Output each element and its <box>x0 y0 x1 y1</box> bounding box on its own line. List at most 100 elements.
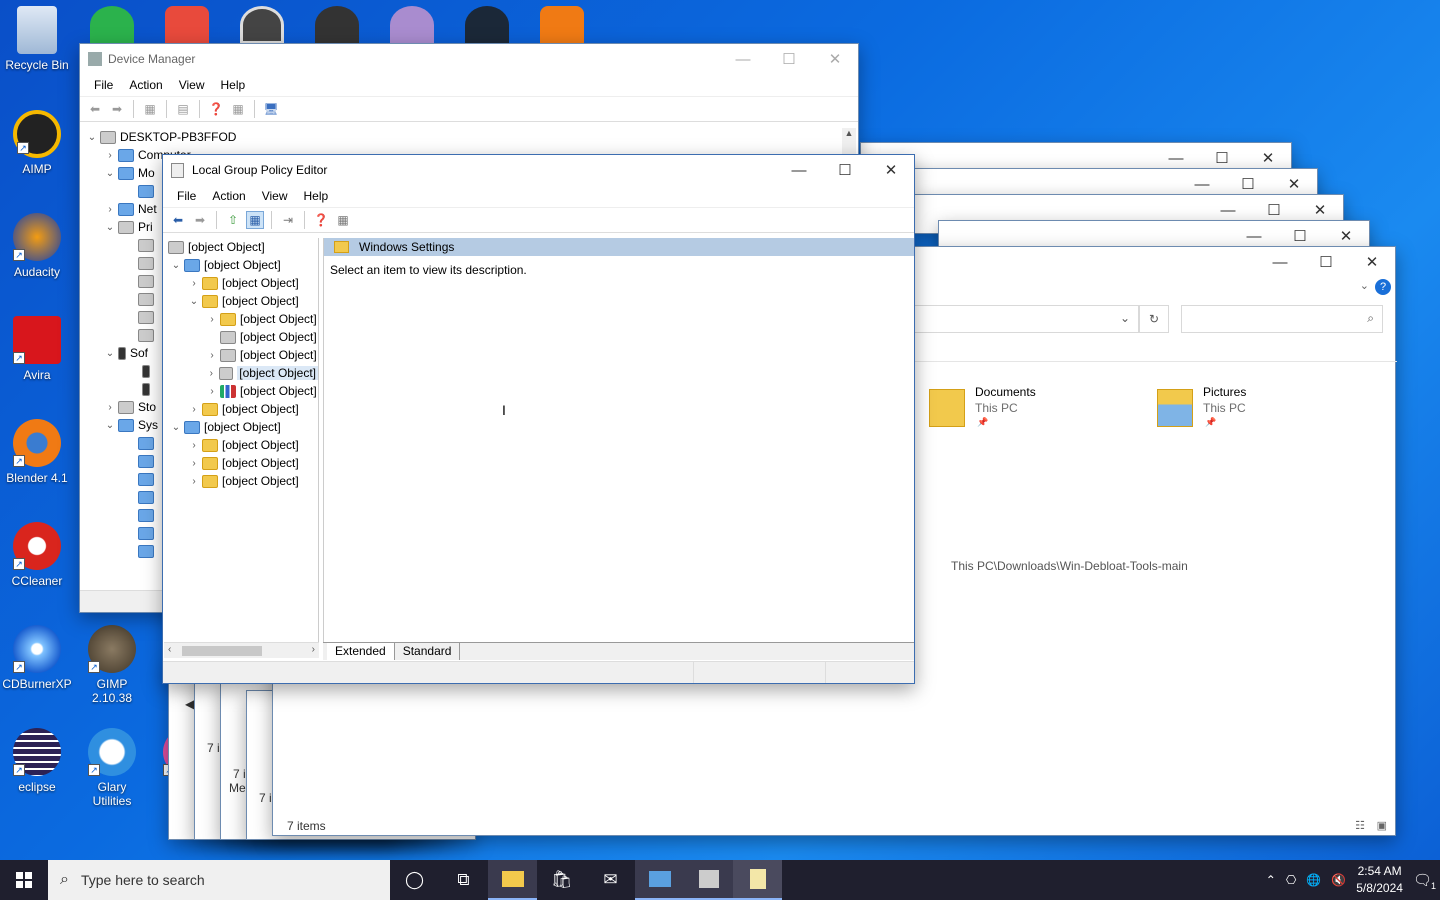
network-icon[interactable]: 🌐 <box>1306 873 1321 887</box>
nav-arrow-icon[interactable]: ◀ <box>185 697 194 711</box>
tree-item-policy-based-qos[interactable]: › [object Object] <box>164 382 318 400</box>
title-bar[interactable]: Device Manager — ☐ ✕ <box>80 44 858 74</box>
tree-item-deployed-printers[interactable]: › [object Object] <box>164 346 318 364</box>
mail-icon[interactable]: ✉ <box>586 860 635 900</box>
desktop-icon-top-2[interactable] <box>165 6 209 44</box>
tree-item-computer-configuration[interactable]: ⌄ [object Object] <box>164 256 318 274</box>
maximize-icon[interactable]: ☐ <box>766 44 812 74</box>
title-bar[interactable]: Local Group Policy Editor — ☐ ✕ <box>163 155 914 185</box>
volume-muted-icon[interactable]: 🔇 <box>1331 873 1346 887</box>
microsoft-store-icon[interactable]: 🛍 <box>537 860 586 900</box>
forward-icon[interactable]: ➡ <box>108 100 126 118</box>
close-icon[interactable]: ✕ <box>868 155 914 185</box>
refresh-button[interactable]: ↻ <box>1139 305 1169 333</box>
menu-view[interactable]: View <box>254 189 296 203</box>
show-hidden-icons-icon[interactable]: ⌃ <box>1266 873 1276 887</box>
desktop-icon-ccleaner[interactable]: ↗ CCleaner <box>2 522 72 588</box>
desktop-icon-aimp[interactable]: ↗ AIMP <box>2 110 72 176</box>
desktop-icon-blender[interactable]: ↗ Blender 4.1 <box>2 419 72 485</box>
address-bar[interactable]: ⌄ <box>913 305 1139 333</box>
menu-file[interactable]: File <box>169 189 204 203</box>
tree-item-user-software-settings[interactable]: › [object Object] <box>164 436 318 454</box>
close-icon[interactable]: ✕ <box>1349 247 1395 277</box>
desktop-icon-glary[interactable]: ↗ Glary Utilities <box>77 728 147 808</box>
file-explorer-icon[interactable] <box>488 860 537 900</box>
close-icon[interactable]: ✕ <box>812 44 858 74</box>
tree-item-local-computer-policy[interactable]: [object Object] <box>164 238 318 256</box>
tree-item-name-resolution[interactable]: › [object Object] <box>164 310 318 328</box>
meet-now-icon[interactable]: ⎔ <box>1286 873 1296 887</box>
tab-standard[interactable]: Standard <box>395 643 461 660</box>
start-button[interactable] <box>0 860 48 900</box>
group-policy-taskbar-icon[interactable] <box>684 860 733 900</box>
maximize-icon[interactable]: ☐ <box>1303 247 1349 277</box>
desktop-icon-eclipse[interactable]: ↗ eclipse <box>2 728 72 794</box>
up-folder-icon[interactable]: ⇧ <box>224 211 242 229</box>
export-list-icon[interactable]: ⇥ <box>279 211 297 229</box>
help-icon[interactable]: ❓ <box>207 100 225 118</box>
tree-item-user-administrative-templates[interactable]: › [object Object] <box>164 472 318 490</box>
chevron-down-icon[interactable]: ⌄ <box>1360 279 1369 292</box>
quick-access-item-documents[interactable]: Documents This PC 📌 <box>929 385 1129 435</box>
menu-action[interactable]: Action <box>204 189 253 203</box>
tree-item-root[interactable]: ⌄ DESKTOP-PB3FFOD <box>84 128 844 146</box>
scan-hardware-icon[interactable]: 🖥 <box>262 100 280 118</box>
desktop-icon-recycle-bin[interactable]: Recycle Bin <box>2 6 72 72</box>
large-icons-view-icon[interactable]: ▣ <box>1377 819 1387 832</box>
menu-action[interactable]: Action <box>121 78 170 92</box>
recent-file-path[interactable]: This PC\Downloads\Win-Debloat-Tools-main <box>951 559 1188 573</box>
properties-icon[interactable]: ▤ <box>174 100 192 118</box>
minimize-icon[interactable]: — <box>776 155 822 185</box>
forward-icon[interactable]: ➡ <box>191 211 209 229</box>
taskbar-search[interactable]: ⌕ Type here to search <box>48 860 390 900</box>
notepad-taskbar-icon[interactable] <box>733 860 782 900</box>
scroll-left-icon[interactable]: ‹ <box>168 644 171 655</box>
desktop-icon-top-4[interactable] <box>315 6 359 44</box>
desktop-icon-gimp[interactable]: ↗ GIMP 2.10.38 <box>77 625 147 705</box>
tree-item-user-windows-settings[interactable]: › [object Object] <box>164 454 318 472</box>
minimize-icon[interactable]: — <box>720 44 766 74</box>
desktop-icon-top-7[interactable] <box>540 6 584 44</box>
tab-extended[interactable]: Extended <box>327 643 395 660</box>
quick-access-item-pictures[interactable]: Pictures This PC 📌 <box>1157 385 1357 435</box>
menu-view[interactable]: View <box>171 78 213 92</box>
desktop-icon-cdburnerxp[interactable]: ↗ CDBurnerXP <box>2 625 72 691</box>
back-icon[interactable]: ⬅ <box>169 211 187 229</box>
back-icon[interactable]: ⬅ <box>86 100 104 118</box>
desktop-icon-top-1[interactable] <box>90 6 134 44</box>
tree-item-administrative-templates[interactable]: › [object Object] <box>164 400 318 418</box>
tree-item-software-settings[interactable]: › [object Object] <box>164 274 318 292</box>
horizontal-scrollbar[interactable]: ‹ › <box>164 642 319 658</box>
tree-item-user-configuration[interactable]: ⌄ [object Object] <box>164 418 318 436</box>
tree-item-scripts[interactable]: [object Object] <box>164 328 318 346</box>
device-manager-taskbar-icon[interactable] <box>635 860 684 900</box>
maximize-icon[interactable]: ☐ <box>822 155 868 185</box>
menu-help[interactable]: Help <box>296 189 337 203</box>
show-hide-tree-icon[interactable]: ▦ <box>246 211 264 229</box>
details-view-icon[interactable]: ☷ <box>1355 819 1365 832</box>
show-hide-tree-icon[interactable]: ▦ <box>141 100 159 118</box>
clock[interactable]: 2:54 AM 5/8/2024 <box>1356 863 1403 897</box>
minimize-icon[interactable]: — <box>1257 247 1303 277</box>
tree-item-windows-settings[interactable]: ⌄ [object Object] <box>164 292 318 310</box>
view-icon[interactable]: ▦ <box>334 211 352 229</box>
desktop-icon-avira[interactable]: ↗ Avira <box>2 316 72 382</box>
tree-item-security-settings[interactable]: › [object Object] <box>164 364 318 382</box>
help-icon[interactable]: ? <box>1375 279 1391 295</box>
desktop-icon-top-5[interactable] <box>390 6 434 44</box>
scroll-thumb[interactable] <box>182 646 262 656</box>
desktop-icon-top-3[interactable] <box>240 6 284 44</box>
search-input[interactable]: ⌕ <box>1181 305 1383 333</box>
desktop-icon-top-6[interactable] <box>465 6 509 44</box>
menu-file[interactable]: File <box>86 78 121 92</box>
view-icon[interactable]: ▦ <box>229 100 247 118</box>
chevron-down-icon[interactable]: ⌄ <box>1120 311 1130 325</box>
help-icon[interactable]: ❓ <box>312 211 330 229</box>
notifications-icon[interactable]: 🗨 1 <box>1413 871 1436 891</box>
scroll-right-icon[interactable]: › <box>312 644 315 655</box>
desktop-icon-audacity[interactable]: ↗ Audacity <box>2 213 72 279</box>
task-view-icon[interactable]: ⧉ <box>439 860 488 900</box>
menu-help[interactable]: Help <box>213 78 254 92</box>
scroll-up-icon[interactable]: ▲ <box>842 128 856 138</box>
cortana-icon[interactable]: ◯ <box>390 860 439 900</box>
